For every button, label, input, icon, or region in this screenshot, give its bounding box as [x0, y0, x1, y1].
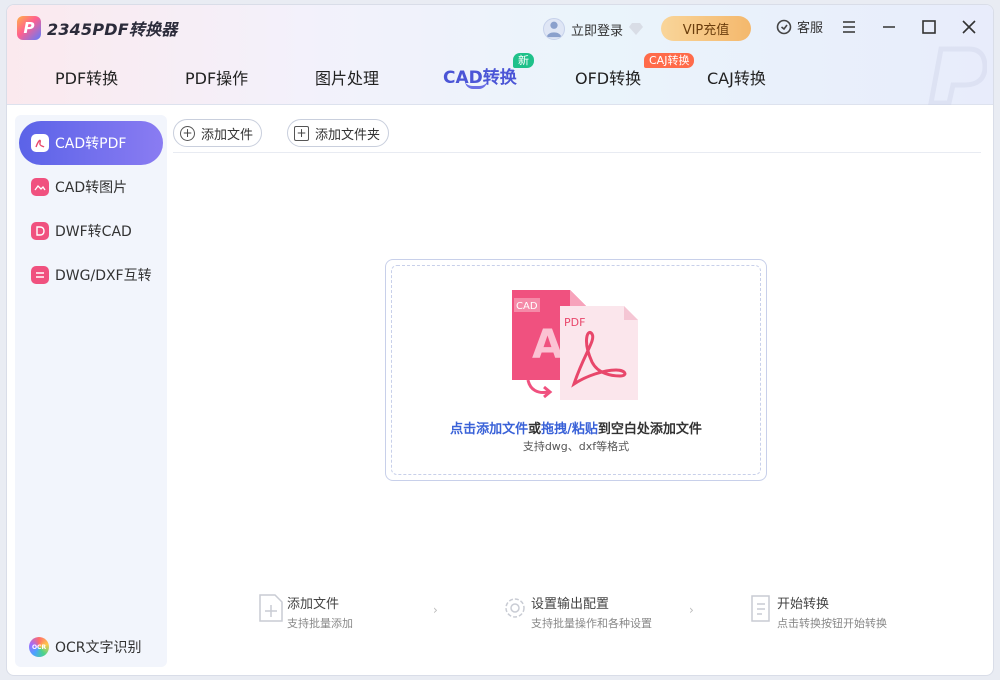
app-logo: P 2345PDF转换器 [17, 15, 177, 41]
step-start-convert: 开始转换 点击转换按钮开始转换 [747, 593, 887, 631]
image-icon [31, 178, 49, 196]
login-button[interactable]: 立即登录 [543, 17, 644, 41]
add-file-button[interactable]: + 添加文件 [173, 119, 263, 147]
svg-text:A: A [532, 322, 563, 368]
customer-service-button[interactable]: 客服 [775, 17, 823, 36]
cad-label: CAD [516, 301, 538, 312]
pdf-label: PDF [564, 316, 585, 329]
ocr-icon: OCR [29, 637, 49, 657]
step-title: 开始转换 [777, 597, 830, 612]
dwf-icon [31, 222, 49, 240]
headset-icon [776, 19, 792, 34]
add-square-icon: + [294, 125, 309, 141]
sidebar-item-ocr[interactable]: OCR OCR文字识别 [29, 637, 142, 657]
service-label: 客服 [797, 21, 824, 36]
add-document-icon [259, 594, 283, 622]
swap-icon [31, 266, 49, 284]
vip-recharge-button[interactable]: VIP充值 [661, 16, 751, 41]
tab-ofd-convert[interactable]: OFD转换 [575, 65, 641, 89]
gear-icon [505, 598, 525, 618]
pdf-watermark-icon [928, 46, 987, 105]
add-circle-icon: + [180, 125, 195, 141]
app-title: 2345PDF转换器 [47, 20, 178, 39]
add-folder-label: 添加文件夹 [315, 127, 381, 143]
drop-zone-instructions: 点击添加文件或拖拽/粘贴到空白处添加文件 [386, 418, 766, 437]
file-drop-zone[interactable]: CAD A PDF 点击添加文件或拖拽/粘贴到空白处添加文件 支持dwg、dxf… [385, 259, 767, 481]
drag-paste-text: 拖拽/粘贴 [541, 422, 598, 437]
maximize-icon[interactable] [919, 17, 939, 37]
minimize-icon[interactable] [879, 17, 899, 37]
tab-pdf-convert[interactable]: PDF转换 [55, 65, 118, 89]
sidebar-item-cad-to-image[interactable]: CAD转图片 [19, 165, 163, 209]
sidebar: CAD转PDF CAD转图片 DWF转CAD DWG/DXF互转 OCR OCR… [15, 115, 167, 667]
tab-caj-convert[interactable]: CAJ转换 [707, 65, 766, 89]
sidebar-item-dwf-to-cad[interactable]: DWF转CAD [19, 209, 163, 253]
step-desc: 支持批量添加 [287, 617, 353, 630]
close-icon[interactable] [959, 17, 979, 37]
supported-formats-text: 支持dwg、dxf等格式 [522, 440, 630, 453]
sidebar-item-label: DWF转CAD [55, 224, 132, 240]
diamond-icon [629, 23, 644, 35]
sidebar-item-label: DWG/DXF互转 [55, 268, 152, 284]
document-list-icon [751, 595, 770, 622]
add-file-label: 添加文件 [201, 127, 254, 143]
click-add-file-link[interactable]: 点击添加文件 [450, 422, 528, 437]
tab-pdf-operate[interactable]: PDF操作 [185, 65, 248, 89]
ocr-label: OCR文字识别 [55, 640, 142, 656]
sidebar-item-label: CAD转图片 [55, 180, 128, 196]
add-folder-button[interactable]: + 添加文件夹 [287, 119, 390, 147]
pdf-icon [31, 134, 49, 152]
step-title: 设置输出配置 [531, 597, 610, 612]
sidebar-item-dwg-dxf-swap[interactable]: DWG/DXF互转 [19, 253, 163, 297]
step-output-settings: 设置输出配置 支持批量操作和各种设置 [501, 593, 652, 631]
step-desc: 点击转换按钮开始转换 [777, 617, 887, 630]
cad-to-pdf-illustration-icon: CAD A PDF [512, 290, 638, 400]
step-arrow-icon: › [689, 603, 694, 617]
main-tabs: PDF转换 PDF操作 图片处理 CAD转换 新 OFD转换 CAJ转换 CAJ… [7, 53, 993, 101]
toolbar-divider [173, 152, 981, 153]
new-badge: 新 [513, 53, 534, 68]
or-text: 或 [528, 422, 542, 437]
sidebar-item-label: CAD转PDF [55, 136, 127, 152]
step-arrow-icon: › [433, 603, 438, 617]
sidebar-item-cad-to-pdf[interactable]: CAD转PDF [19, 121, 163, 165]
login-label: 立即登录 [571, 23, 624, 39]
step-title: 添加文件 [287, 597, 340, 612]
tab-image-process[interactable]: 图片处理 [315, 65, 379, 89]
logo-icon: P [17, 16, 41, 40]
header: P 2345PDF转换器 立即登录 VIP充值 客服 PDF转换 PDF操作 图… [7, 5, 993, 105]
step-desc: 支持批量操作和各种设置 [531, 617, 652, 630]
app-window: P 2345PDF转换器 立即登录 VIP充值 客服 PDF转换 PDF操作 图… [6, 4, 994, 676]
hot-badge: CAJ转换 [644, 53, 695, 68]
drop-rest-text: 到空白处添加文件 [597, 422, 702, 437]
menu-icon[interactable] [839, 17, 859, 37]
step-add-file: 添加文件 支持批量添加 [257, 593, 353, 631]
avatar-icon [543, 18, 565, 40]
